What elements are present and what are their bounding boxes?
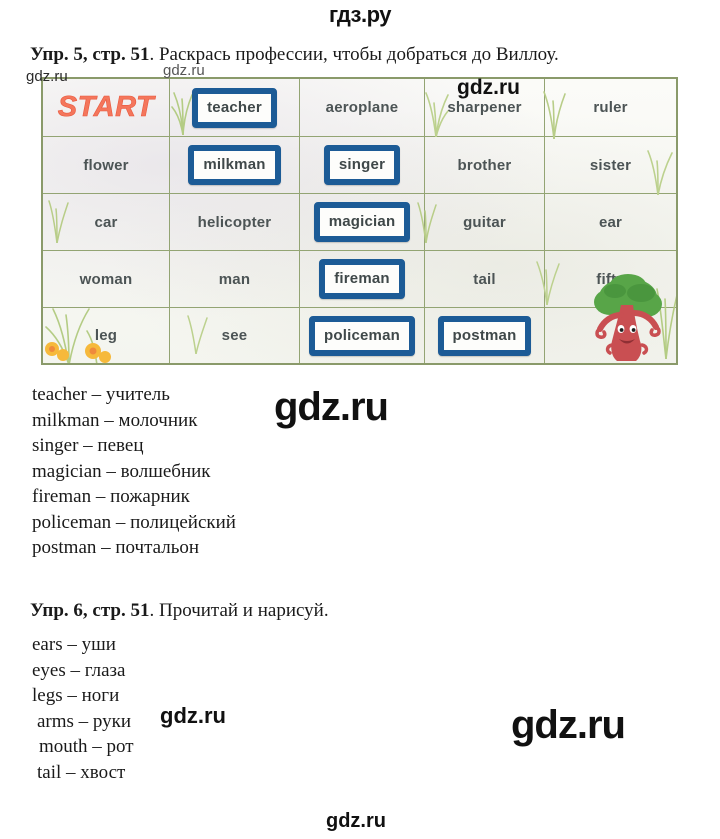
list-item: tail – хвост [37,761,126,783]
profession-maze-board: START teacher aeroplane sharpener ruler … [41,77,678,365]
maze-cell-aeroplane[interactable]: aeroplane [300,79,425,137]
maze-cell-label: ruler [593,99,628,116]
maze-cell-label: brother [457,156,512,174]
maze-cell-label: milkman [188,145,281,185]
maze-cell-label: leg [94,327,118,344]
maze-cell-guitar[interactable]: guitar [425,194,545,251]
maze-cell-label: fireman [319,259,405,299]
exercise-6-task: . Прочитай и нарисуй. [149,600,329,621]
maze-cell-label: singer [323,145,401,185]
maze-cell-man[interactable]: man [170,251,300,308]
maze-cell-car[interactable]: car [43,194,170,251]
exercise-6-label: Упр. 6, стр. 51 [30,600,150,621]
maze-cell-label: car [94,213,118,231]
maze-cell-label: woman [79,270,133,288]
site-logo: гдз.ру [329,2,392,27]
maze-cell-label: aeroplane [325,99,399,116]
maze-cell-label: magician [313,202,411,242]
list-item: mouth – рот [39,736,134,757]
maze-cell-label: tail [473,270,496,288]
maze-cell-label: policeman [309,315,415,356]
list-item: postman – почтальон [32,537,200,558]
maze-cell-label: postman [437,315,532,356]
maze-cell-singer[interactable]: singer [300,137,425,194]
maze-cell-teacher[interactable]: teacher [170,79,300,137]
exercise-5-task: . Раскрась профессии, чтобы добраться до… [149,44,559,65]
list-item: fireman – пожарник [32,486,190,507]
exercise-5-word-list: teacher – учитель milkman – молочник sin… [32,382,236,561]
maze-cell-label: flower [83,156,129,174]
list-item: eyes – глаза [32,659,126,681]
list-item: policeman – полицейский [32,511,236,533]
maze-cell-policeman[interactable]: policeman [300,308,425,363]
maze-cell-label: sister [589,156,632,174]
maze-cell-tail[interactable]: tail [425,251,545,308]
maze-cell-label: START [57,91,155,124]
maze-cell-start[interactable]: START [43,79,170,137]
maze-cell-label: man [218,270,251,288]
list-item: arms – руки [37,710,132,732]
maze-grid: START teacher aeroplane sharpener ruler … [43,79,676,363]
list-item: singer – певец [32,435,144,456]
maze-cell-label: sharpener [447,99,522,116]
exercise-6-word-list: ears – уши eyes – глаза legs – ноги arms… [32,632,134,785]
watermark: gdz.ru [160,703,226,728]
maze-cell-see[interactable]: see [170,308,300,363]
maze-cell-label: guitar [463,213,506,231]
maze-cell-milkman[interactable]: milkman [170,137,300,194]
maze-cell-fireman[interactable]: fireman [300,251,425,308]
watermark: gdz.ru [511,703,626,747]
maze-cell-sharpener[interactable]: sharpener [425,79,545,137]
maze-cell-fifty[interactable]: fifty [545,251,676,308]
exercise-5-title: Упр. 5, стр. 51. Раскрась профессии, что… [30,44,559,67]
list-item: teacher – учитель [32,384,170,405]
maze-cell-label: see [221,327,248,344]
maze-cell-ruler[interactable]: ruler [545,79,676,137]
maze-cell-leg[interactable]: leg [43,308,170,363]
maze-cell-label: ear [598,213,623,231]
maze-cell-woman[interactable]: woman [43,251,170,308]
exercise-6-title: Упр. 6, стр. 51. Прочитай и нарисуй. [30,600,329,623]
maze-cell-ear[interactable]: ear [545,194,676,251]
list-item: magician – волшебник [32,460,211,482]
exercise-5-label: Упр. 5, стр. 51 [30,44,150,65]
maze-cell-postman[interactable]: postman [425,308,545,363]
maze-cell-helicopter[interactable]: helicopter [170,194,300,251]
list-item: legs – ноги [32,685,120,706]
maze-cell-finish[interactable] [545,308,676,363]
maze-cell-label: fifty [596,270,625,288]
maze-cell-label: teacher [192,87,277,128]
watermark: gdz.ru [274,385,389,429]
maze-cell-brother[interactable]: brother [425,137,545,194]
watermark: gdz.ru [326,810,386,832]
maze-cell-magician[interactable]: magician [300,194,425,251]
maze-cell-label: helicopter [197,213,272,231]
list-item: ears – уши [32,634,116,655]
list-item: milkman – молочник [32,409,198,431]
maze-cell-flower[interactable]: flower [43,137,170,194]
maze-cell-sister[interactable]: sister [545,137,676,194]
